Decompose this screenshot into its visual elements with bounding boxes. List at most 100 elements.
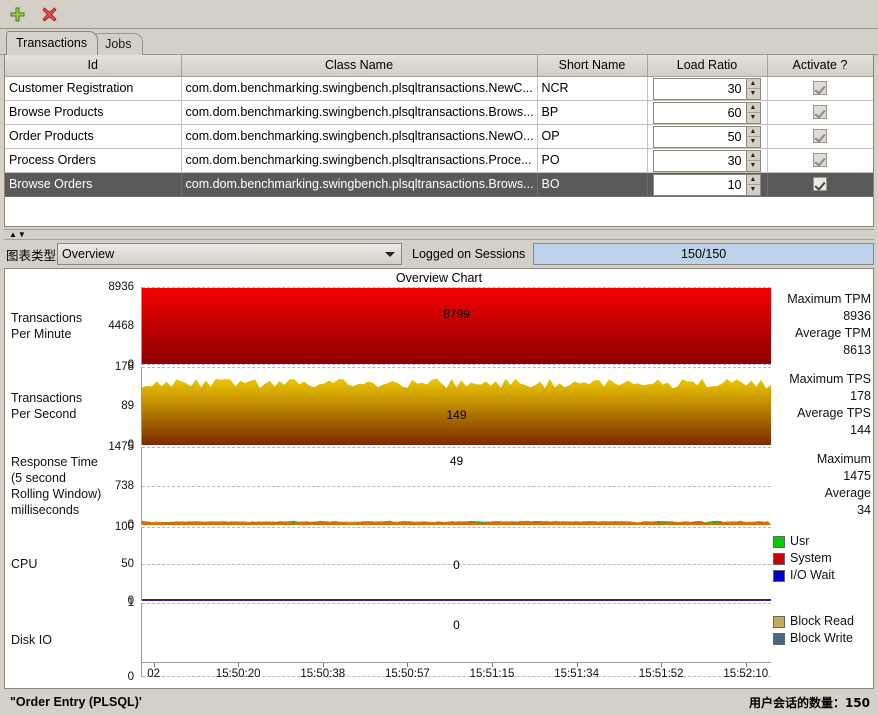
legend-label: Usr: [790, 533, 809, 550]
table-row[interactable]: Process Orderscom.dom.benchmarking.swing…: [5, 148, 873, 172]
cell-load-ratio: 60▲▼: [647, 100, 767, 124]
y-tick-label: 4468: [108, 320, 134, 332]
column-header-class-name[interactable]: Class Name: [181, 55, 537, 76]
stepper-down-icon[interactable]: ▼: [747, 113, 760, 123]
x-tick-mark: [154, 663, 155, 667]
plot-area-tps: 149: [141, 367, 771, 445]
cell-activate: [767, 100, 873, 124]
transactions-table: Id Class Name Short Name Load Ratio Acti…: [5, 55, 874, 197]
data-label-tpm: 8799: [142, 307, 771, 321]
y-tick-label: 89: [121, 400, 134, 412]
tab-bar: Transactions Jobs: [0, 29, 878, 55]
x-tick-label: 15:51:52: [639, 668, 684, 680]
plot-area-tpm: 8799: [141, 287, 771, 365]
y-axis-disk-io: 10: [105, 603, 137, 677]
load-ratio-value[interactable]: 10: [654, 175, 746, 195]
chart-panel-cpu: CPU1005000UsrSystemI/O Wait: [5, 527, 873, 601]
y-tick-label: 178: [115, 361, 134, 373]
load-ratio-value[interactable]: 50: [654, 127, 746, 147]
tab-transactions-label: Transactions: [16, 36, 87, 50]
split-pane-divider[interactable]: ▲ ▼: [4, 229, 874, 240]
cell-activate: [767, 76, 873, 100]
load-ratio-value[interactable]: 60: [654, 103, 746, 123]
collapse-down-icon[interactable]: ▼: [18, 231, 26, 239]
x-tick-label: 15:50:57: [385, 668, 430, 680]
overview-chart: Overview Chart TransactionsPer Minute 89 3…: [4, 268, 874, 689]
stepper-down-icon[interactable]: ▼: [747, 185, 760, 195]
legend-item: Block Read: [773, 613, 871, 630]
legend-disk-io: Block ReadBlock Write: [773, 613, 871, 647]
stepper-up-icon[interactable]: ▲: [747, 127, 760, 137]
legend-item: Usr: [773, 533, 871, 550]
cell-activate: [767, 124, 873, 148]
activate-checkbox[interactable]: [813, 129, 827, 143]
load-ratio-stepper[interactable]: 60▲▼: [653, 102, 761, 124]
cell-class-name: com.dom.benchmarking.swingbench.plsqltra…: [181, 172, 537, 196]
panel-label-line: Per Second: [11, 406, 107, 422]
stat-label: Average TPS: [773, 405, 871, 422]
stepper-arrows: ▲▼: [746, 127, 760, 147]
load-ratio-stepper[interactable]: 10▲▼: [653, 174, 761, 196]
chart-panel-response-time: Response Time(5 secondRolling Window)mil…: [5, 447, 873, 525]
stepper-down-icon[interactable]: ▼: [747, 137, 760, 147]
table-row[interactable]: Browse Productscom.dom.benchmarking.swin…: [5, 100, 873, 124]
stepper-down-icon[interactable]: ▼: [747, 89, 760, 99]
stat-label: Maximum: [773, 451, 871, 468]
table-row[interactable]: Order Productscom.dom.benchmarking.swing…: [5, 124, 873, 148]
legend-swatch: [773, 553, 785, 565]
column-header-activate[interactable]: Activate ?: [767, 55, 873, 76]
panel-label-line: Transactions: [11, 390, 107, 406]
column-header-id[interactable]: Id: [5, 55, 181, 76]
load-ratio-value[interactable]: 30: [654, 151, 746, 171]
column-header-load-ratio[interactable]: Load Ratio: [647, 55, 767, 76]
cell-id: Process Orders: [5, 148, 181, 172]
tab-transactions[interactable]: Transactions: [6, 31, 98, 55]
chart-type-select[interactable]: Overview: [57, 243, 402, 265]
load-ratio-value[interactable]: 30: [654, 79, 746, 99]
table-row[interactable]: Browse Orderscom.dom.benchmarking.swingb…: [5, 172, 873, 196]
delete-transaction-button[interactable]: [38, 3, 60, 25]
stepper-down-icon[interactable]: ▼: [747, 161, 760, 171]
stepper-up-icon[interactable]: ▲: [747, 175, 760, 185]
collapse-up-icon[interactable]: ▲: [9, 231, 17, 239]
close-x-icon: [42, 7, 57, 22]
stat-value: 34: [773, 502, 871, 519]
stepper-up-icon[interactable]: ▲: [747, 103, 760, 113]
panel-label-tpm: TransactionsPer Minute: [11, 310, 107, 342]
data-label-cpu: 0: [142, 558, 771, 572]
panel-label-line: Disk IO: [11, 632, 107, 648]
status-benchmark-name: "Order Entry (PLSQL)': [10, 695, 142, 709]
stepper-arrows: ▲▼: [746, 79, 760, 99]
add-transaction-button[interactable]: [6, 3, 28, 25]
chart-title: Overview Chart: [5, 271, 873, 285]
cell-short-name: BO: [537, 172, 647, 196]
x-tick-mark: [492, 663, 493, 667]
load-ratio-stepper[interactable]: 30▲▼: [653, 150, 761, 172]
stat-value: 178: [773, 388, 871, 405]
load-ratio-stepper[interactable]: 50▲▼: [653, 126, 761, 148]
stat-value: 144: [773, 422, 871, 439]
cell-load-ratio: 30▲▼: [647, 148, 767, 172]
chevron-down-icon: [385, 252, 395, 257]
activate-checkbox[interactable]: [813, 81, 827, 95]
activate-checkbox[interactable]: [813, 153, 827, 167]
tab-jobs[interactable]: Jobs: [95, 33, 142, 55]
cell-id: Customer Registration: [5, 76, 181, 100]
activate-checkbox[interactable]: [813, 177, 827, 191]
cell-short-name: PO: [537, 148, 647, 172]
stat-value: 1475: [773, 468, 871, 485]
stepper-up-icon[interactable]: ▲: [747, 79, 760, 89]
y-axis-tps: 178890: [105, 367, 137, 445]
x-tick-mark: [577, 663, 578, 667]
y-axis-response-time: 14757380: [105, 447, 137, 525]
tab-jobs-label: Jobs: [105, 37, 131, 51]
series-tps: [142, 367, 771, 445]
activate-checkbox[interactable]: [813, 105, 827, 119]
table-row[interactable]: Customer Registrationcom.dom.benchmarkin…: [5, 76, 873, 100]
load-ratio-stepper[interactable]: 30▲▼: [653, 78, 761, 100]
stepper-up-icon[interactable]: ▲: [747, 151, 760, 161]
panel-label-line: CPU: [11, 556, 107, 572]
column-header-short-name[interactable]: Short Name: [537, 55, 647, 76]
y-tick-label: 738: [115, 480, 134, 492]
cell-short-name: OP: [537, 124, 647, 148]
